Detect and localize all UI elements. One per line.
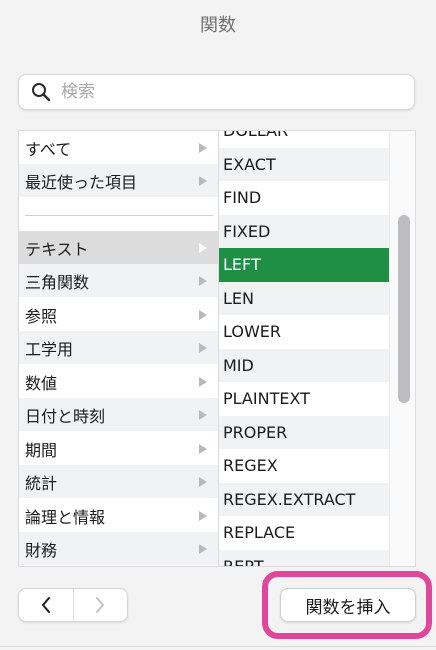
function-list-scrollbar[interactable] <box>389 131 415 566</box>
category-item[interactable]: テキスト <box>19 231 218 264</box>
function-item[interactable]: FIND <box>219 181 389 215</box>
category-label: 財務 <box>25 540 58 560</box>
insert-function-label: 関数を挿入 <box>305 597 391 618</box>
function-label: REGEX <box>223 456 278 476</box>
category-label: 三角関数 <box>25 272 90 292</box>
category-label: 論理と情報 <box>25 507 106 527</box>
function-label: LEN <box>223 288 254 308</box>
category-label: 統計 <box>25 473 58 493</box>
search-icon <box>32 83 51 102</box>
function-label: REGEX.EXTRACT <box>223 489 356 509</box>
category-item[interactable]: 参照 <box>19 298 218 331</box>
function-label: REPT <box>223 557 264 566</box>
panel-header: 関数 <box>0 0 436 48</box>
function-item[interactable]: LEN <box>219 281 389 315</box>
category-item[interactable]: 日付と時刻 <box>19 398 218 431</box>
category-label: 数値 <box>25 373 58 393</box>
search-box[interactable] <box>18 74 415 110</box>
search-input[interactable] <box>61 82 381 102</box>
function-label: PROPER <box>223 422 288 442</box>
function-label: LOWER <box>223 322 281 342</box>
function-item[interactable]: MID <box>219 348 389 382</box>
function-label: REPLACE <box>223 523 296 543</box>
function-label: LEFT <box>223 255 261 275</box>
chevron-right-icon <box>96 597 105 613</box>
back-button[interactable] <box>19 589 73 621</box>
chevron-left-icon <box>41 597 50 613</box>
functions-panel: 関数 すべて最近使った項目テキスト三角関数参照工学用数値日付と時刻期間統計論理と… <box>0 0 436 650</box>
forward-button[interactable] <box>72 589 127 621</box>
function-item[interactable]: REPLACE <box>219 516 389 550</box>
category-label: テキスト <box>25 239 89 259</box>
disclosure-arrow-icon <box>199 142 207 153</box>
category-label: すべて <box>25 139 72 159</box>
function-item[interactable]: REGEX <box>219 449 389 483</box>
insert-function-button[interactable]: 関数を挿入 <box>280 588 416 622</box>
category-list: すべて最近使った項目 テキスト三角関数参照工学用数値日付と時刻期間統計論理と情報財… <box>19 131 219 566</box>
category-item[interactable]: 論理と情報 <box>19 499 218 532</box>
bottom-divider <box>0 646 436 647</box>
category-separator <box>25 215 213 216</box>
function-item[interactable]: FIXED <box>219 214 389 248</box>
function-item[interactable]: PROPER <box>219 415 389 449</box>
category-item[interactable]: 統計 <box>19 465 218 498</box>
disclosure-arrow-icon <box>199 409 207 420</box>
function-item[interactable]: EXACT <box>219 147 389 181</box>
function-item[interactable]: LEFT <box>219 248 389 282</box>
disclosure-arrow-icon <box>199 510 207 521</box>
category-item[interactable]: 数値 <box>19 365 218 398</box>
function-label: EXACT <box>223 154 276 174</box>
disclosure-arrow-icon <box>199 443 207 454</box>
function-label: MID <box>223 355 254 375</box>
function-item[interactable]: DOLLAR <box>219 131 389 148</box>
category-label: 期間 <box>25 440 58 460</box>
scrollbar-thumb[interactable] <box>398 215 410 403</box>
function-label: PLAINTEXT <box>223 389 310 409</box>
category-item[interactable]: 三角関数 <box>19 264 218 297</box>
disclosure-arrow-icon <box>199 543 207 554</box>
function-list: DOLLAR EXACT FIND FIXED LEFT LEN LOWER MID PLAIN… <box>219 131 389 566</box>
disclosure-arrow-icon <box>199 242 207 253</box>
category-item[interactable]: すべて <box>19 131 218 164</box>
category-item[interactable]: 財務 <box>19 532 218 565</box>
category-label: 最近使った項目 <box>25 172 138 192</box>
category-item[interactable]: 期間 <box>19 432 218 465</box>
function-label: DOLLAR <box>223 131 288 140</box>
disclosure-arrow-icon <box>199 342 207 353</box>
navigation-buttons <box>18 588 128 622</box>
category-label: 工学用 <box>25 339 74 359</box>
panel-title: 関数 <box>200 15 236 36</box>
disclosure-arrow-icon <box>199 175 207 186</box>
function-item[interactable]: LOWER <box>219 315 389 349</box>
disclosure-arrow-icon <box>199 476 207 487</box>
category-label: 参照 <box>25 306 58 326</box>
function-item[interactable]: REPT <box>219 549 389 566</box>
category-label: 日付と時刻 <box>25 406 106 426</box>
function-item[interactable]: REGEX.EXTRACT <box>219 482 389 516</box>
function-item[interactable]: PLAINTEXT <box>219 382 389 416</box>
function-label: FIND <box>223 188 262 208</box>
disclosure-arrow-icon <box>199 376 207 387</box>
disclosure-arrow-icon <box>199 309 207 320</box>
function-label: FIXED <box>223 221 271 241</box>
category-item[interactable]: 最近使った項目 <box>19 164 218 197</box>
function-browser: すべて最近使った項目 テキスト三角関数参照工学用数値日付と時刻期間統計論理と情報財… <box>18 130 416 567</box>
category-item[interactable]: 工学用 <box>19 331 218 364</box>
disclosure-arrow-icon <box>199 275 207 286</box>
